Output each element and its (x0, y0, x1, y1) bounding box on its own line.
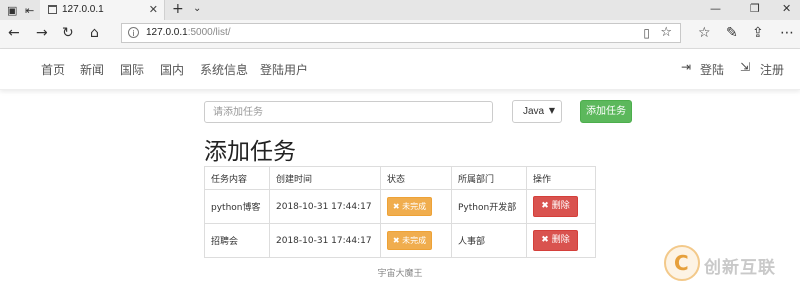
browser-tab-strip: ▣ ⇤ 127.0.0.1 ✕ + ⌄ — ❐ ✕ (0, 0, 800, 20)
minimize-button[interactable]: — (710, 2, 721, 15)
nav-system-info[interactable]: 系统信息 (200, 61, 248, 78)
pen-icon[interactable]: ✎ (726, 25, 738, 41)
status-button[interactable]: ✖ 未完成 (387, 197, 432, 216)
home-icon[interactable]: ⌂ (90, 25, 99, 41)
favorite-star-icon[interactable]: ☆ (660, 25, 672, 40)
page-icon (48, 5, 57, 14)
task-input-wrapper (204, 101, 493, 123)
page-title: 添加任务 (204, 139, 296, 165)
tab-actions-icon[interactable]: ▣ (7, 4, 17, 17)
cell-status: ✖ 未完成 (380, 223, 452, 258)
tab-list-icon[interactable]: ⌄ (193, 3, 201, 14)
cell-created: 2018-10-31 17:44:17 (269, 189, 381, 224)
window-close-button[interactable]: ✕ (782, 2, 791, 15)
close-icon: ✖ (541, 201, 552, 211)
delete-button[interactable]: ✖ 删除 (533, 230, 578, 251)
close-icon: ✖ (541, 235, 552, 245)
close-icon: ✖ (392, 236, 403, 245)
login-link[interactable]: 登陆 (700, 61, 724, 78)
close-icon: ✖ (392, 202, 403, 211)
header-content: 任务内容 (204, 166, 270, 190)
url-text[interactable]: 127.0.0.1:5000/list/ (146, 27, 231, 38)
department-select[interactable]: Java ▼ (512, 100, 562, 123)
table-row: python博客 2018-10-31 17:44:17 ✖ 未完成 Pytho… (204, 189, 596, 224)
login-icon[interactable]: ⇥ (681, 60, 691, 74)
tab-close-icon[interactable]: ✕ (149, 3, 158, 16)
header-status: 状态 (380, 166, 452, 190)
url-path: :5000/list/ (187, 27, 231, 38)
chevron-down-icon: ▼ (548, 106, 555, 115)
cell-created: 2018-10-31 17:44:17 (269, 223, 381, 258)
cell-action: ✖ 删除 (526, 223, 596, 258)
nav-international[interactable]: 国际 (120, 61, 144, 78)
cell-content: 招聘会 (204, 223, 270, 258)
restore-button[interactable]: ❐ (750, 2, 760, 15)
header-action: 操作 (526, 166, 596, 190)
table-row: 招聘会 2018-10-31 17:44:17 ✖ 未完成 人事部 ✖ 删除 (204, 223, 596, 258)
cell-status: ✖ 未完成 (380, 189, 452, 224)
status-button[interactable]: ✖ 未完成 (387, 231, 432, 250)
task-input[interactable] (205, 102, 492, 122)
reading-view-icon[interactable]: ▯ (643, 26, 650, 40)
nav-logged-users[interactable]: 登陆用户 (260, 61, 308, 78)
share-icon[interactable]: ⇪ (752, 25, 764, 41)
task-table: 任务内容 创建时间 状态 所属部门 操作 python博客 2018-10-31… (204, 166, 596, 258)
cell-content: python博客 (204, 189, 270, 224)
address-bar[interactable]: i 127.0.0.1:5000/list/ ▯ ☆ (121, 23, 681, 43)
nav-home[interactable]: 首页 (41, 61, 65, 78)
browser-toolbar: ← → ↻ ⌂ i 127.0.0.1:5000/list/ ▯ ☆ ☆ ✎ ⇪… (0, 20, 800, 49)
delete-label: 删除 (551, 235, 570, 245)
more-icon[interactable]: ⋯ (780, 25, 794, 41)
header-created: 创建时间 (269, 166, 381, 190)
header-department: 所属部门 (451, 166, 527, 190)
nav-domestic[interactable]: 国内 (160, 61, 184, 78)
cell-action: ✖ 删除 (526, 189, 596, 224)
watermark-text: 创新互联 (704, 258, 776, 278)
favorites-list-icon[interactable]: ☆ (698, 25, 711, 41)
cell-department: 人事部 (451, 223, 527, 258)
tab-title: 127.0.0.1 (62, 4, 104, 15)
nav-news[interactable]: 新闻 (80, 61, 104, 78)
status-label: 未完成 (402, 236, 427, 245)
delete-label: 删除 (551, 201, 570, 211)
status-label: 未完成 (402, 202, 427, 211)
table-header-row: 任务内容 创建时间 状态 所属部门 操作 (204, 166, 596, 190)
refresh-icon[interactable]: ↻ (62, 25, 74, 41)
register-icon[interactable]: ⇲ (740, 60, 750, 74)
set-aside-tabs-icon[interactable]: ⇤ (25, 4, 34, 17)
select-value: Java (523, 106, 545, 117)
site-info-icon[interactable]: i (128, 27, 139, 38)
delete-button[interactable]: ✖ 删除 (533, 196, 578, 217)
add-task-button[interactable]: 添加任务 (580, 100, 632, 123)
browser-tab[interactable]: 127.0.0.1 ✕ (40, 0, 165, 20)
register-link[interactable]: 注册 (760, 61, 784, 78)
site-navbar: 首页 新闻 国际 国内 系统信息 登陆用户 ⇥ 登陆 ⇲ 注册 (0, 49, 800, 90)
back-arrow-icon[interactable]: ← (8, 25, 20, 41)
new-tab-button[interactable]: + (172, 1, 184, 17)
logo-mark: C (664, 245, 700, 281)
watermark-logo: C 创新互联 (664, 245, 794, 283)
logo-letter: C (674, 251, 689, 275)
url-host: 127.0.0.1 (146, 27, 188, 38)
forward-arrow-icon[interactable]: → (36, 25, 48, 41)
cell-department: Python开发部 (451, 189, 527, 224)
